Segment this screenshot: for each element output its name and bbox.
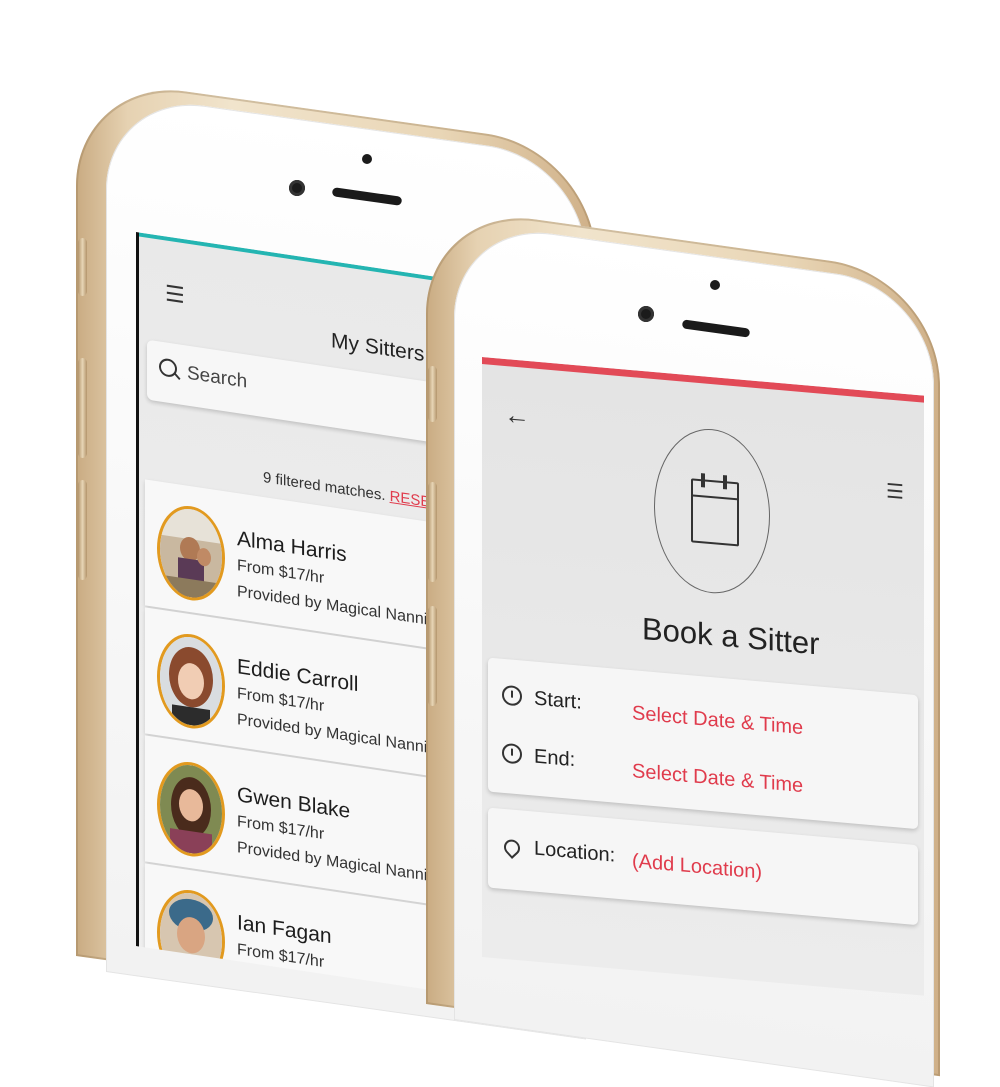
search-placeholder: Search: [187, 362, 248, 393]
calendar-badge: [654, 424, 770, 599]
volume-down-button: [78, 480, 87, 580]
front-camera: [638, 306, 654, 322]
volume-up-button: [78, 358, 87, 458]
front-sensor: [362, 154, 372, 164]
location-card: Location: (Add Location): [488, 807, 918, 926]
clock-icon: [502, 742, 522, 765]
mute-switch: [428, 366, 437, 422]
location-pin-icon: [500, 836, 524, 859]
phone-book-sitter: ← ☰ Book a Sitter Start: Select Date & T…: [420, 200, 1000, 1087]
volume-up-button: [428, 482, 437, 582]
avatar: [157, 501, 225, 606]
avatar: [157, 757, 225, 862]
front-sensor: [710, 280, 720, 290]
end-date-picker[interactable]: Select Date & Time: [632, 760, 803, 798]
clock-icon: [502, 684, 522, 707]
mute-switch: [78, 238, 87, 296]
hamburger-icon[interactable]: ☰: [886, 478, 904, 505]
back-arrow-icon[interactable]: ←: [504, 399, 530, 432]
hamburger-icon[interactable]: ☰: [165, 280, 185, 309]
calendar-icon: [691, 473, 739, 547]
sitter-provider: Provided by Magical Nannies: [237, 711, 445, 760]
page-title: Book a Sitter: [642, 610, 820, 662]
book-sitter-screen: ← ☰ Book a Sitter Start: Select Date & T…: [482, 357, 924, 996]
page-title: My Sitters: [331, 329, 425, 367]
start-label: Start:: [534, 687, 582, 714]
front-camera: [289, 180, 305, 196]
sitter-provider: Provided by Magical Nannies: [237, 839, 445, 888]
my-sitters-screen: ☰ My Sitters Search 9 filtered matches. R…: [136, 232, 459, 995]
location-label: Location:: [534, 837, 616, 867]
date-time-card: Start: Select Date & Time End: Select Da…: [488, 657, 918, 830]
volume-down-button: [428, 606, 437, 706]
search-icon: [159, 357, 177, 379]
end-label: End:: [534, 745, 576, 772]
sitter-provider: Provided by Magical Nannies: [237, 583, 445, 632]
avatar: [157, 629, 225, 734]
add-location-link[interactable]: (Add Location): [632, 850, 762, 884]
start-date-picker[interactable]: Select Date & Time: [632, 702, 803, 740]
